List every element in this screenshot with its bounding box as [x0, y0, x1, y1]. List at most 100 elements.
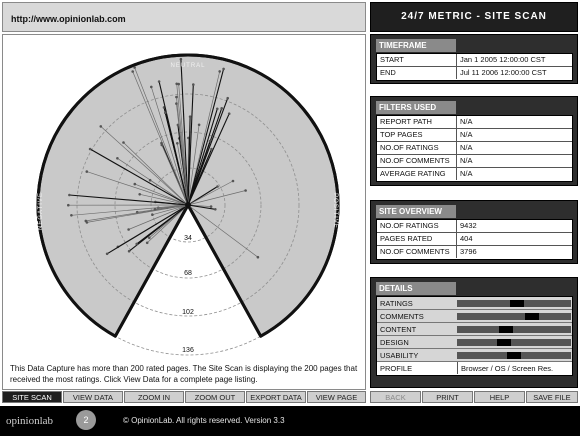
row-value: N/A	[456, 168, 572, 180]
page-dot	[116, 157, 119, 160]
version-badge: 2	[76, 410, 96, 430]
site-scan-chart[interactable]: NEUTRAL NEGATIVE POSITIVE 34 68 102 136	[3, 35, 365, 389]
design-bar[interactable]	[457, 339, 571, 346]
page-dot	[148, 236, 151, 240]
scan-center	[185, 202, 191, 208]
print-button[interactable]: PRINT	[422, 391, 473, 403]
comments-bar[interactable]	[457, 313, 571, 320]
details-table: RATINGS COMMENTS CONTENT DESIGN USABILIT…	[376, 296, 573, 376]
page-dot	[127, 228, 130, 231]
table-row: START Jan 1 2005 12:00:00 CST	[377, 54, 572, 67]
ratings-marker[interactable]	[510, 300, 525, 307]
ratings-bar[interactable]	[457, 300, 571, 307]
usability-marker[interactable]	[507, 352, 521, 359]
row-label: NO.OF COMMENTS	[380, 247, 450, 256]
page-dot	[105, 252, 109, 256]
row-label: CONTENT	[380, 325, 417, 334]
page-dot	[85, 170, 89, 173]
details-section: DETAILS RATINGS COMMENTS CONTENT DESIGN …	[370, 277, 578, 388]
panel-title: 24/7 METRIC - SITE SCAN	[370, 2, 578, 32]
url-bar: http://www.opinionlab.com	[2, 2, 366, 32]
design-marker[interactable]	[496, 339, 511, 346]
table-row: END Jul 11 2006 12:00:00 CST	[377, 67, 572, 80]
footer: opinionlab 2 © OpinionLab. All rights re…	[0, 406, 580, 436]
negative-label: NEGATIVE	[38, 192, 44, 230]
page-dot	[226, 96, 229, 100]
opinionlab-logo: opinionlab	[6, 415, 54, 427]
content-bar[interactable]	[457, 326, 571, 333]
page-dot	[218, 70, 221, 73]
page-dot	[157, 80, 161, 83]
details-header: DETAILS	[376, 282, 456, 295]
timeframe-table: START Jan 1 2005 12:00:00 CST END Jul 11 2…	[376, 53, 573, 81]
page-dot	[192, 83, 195, 86]
page-dot	[70, 214, 73, 217]
usability-bar[interactable]	[457, 352, 571, 359]
table-row: AVERAGE RATING N/A	[377, 168, 572, 181]
page-dot	[151, 213, 154, 216]
page-dot	[68, 193, 71, 197]
zoom-out-button[interactable]: ZOOM OUT	[185, 391, 245, 403]
positive-label: POSITIVE	[332, 193, 338, 229]
filters-header: FILTERS USED	[376, 101, 456, 114]
timeframe-section: TIMEFRAME START Jan 1 2005 12:00:00 CST E…	[370, 34, 578, 84]
page-dot	[244, 189, 247, 192]
comments-marker[interactable]	[525, 313, 540, 320]
page-dot	[256, 255, 260, 259]
page-dot	[222, 67, 225, 71]
filters-section: FILTERS USED REPORT PATH N/A TOP PAGES N/A…	[370, 96, 578, 186]
page-dot	[188, 115, 192, 118]
row-label: DESIGN	[380, 338, 409, 347]
table-row: NO.OF RATINGS 9432	[377, 220, 572, 233]
page-dot	[67, 203, 70, 207]
row-value: N/A	[456, 116, 572, 128]
row-label: NO.OF COMMENTS	[380, 156, 450, 165]
detail-row-comments: COMMENTS	[377, 310, 572, 323]
site-scan-button[interactable]: SITE SCAN	[2, 391, 62, 403]
export-data-button[interactable]: EXPORT DATA	[246, 391, 306, 403]
page-dot	[150, 85, 153, 89]
row-label: RATINGS	[380, 299, 413, 308]
detail-row-ratings: RATINGS	[377, 297, 572, 310]
back-button[interactable]: BACK	[370, 391, 421, 403]
row-value: 404	[456, 233, 572, 245]
row-value: 3796	[456, 246, 572, 258]
url-text: http://www.opinionlab.com	[11, 14, 126, 24]
row-value: N/A	[456, 129, 572, 141]
copyright-text: © OpinionLab. All rights reserved. Versi…	[123, 416, 285, 425]
view-data-button[interactable]: VIEW DATA	[63, 391, 123, 403]
table-row: PAGES RATED 404	[377, 233, 572, 246]
help-button[interactable]: HELP	[474, 391, 525, 403]
detail-row-usability: USABILITY	[377, 349, 572, 362]
row-label: NO.OF RATINGS	[380, 143, 439, 152]
scan-note: This Data Capture has more than 200 rate…	[10, 364, 358, 384]
table-row: REPORT PATH N/A	[377, 116, 572, 129]
row-value: N/A	[456, 155, 572, 167]
page-dot	[220, 107, 223, 110]
ring-label-136: 136	[182, 347, 194, 354]
page-dot	[175, 102, 178, 105]
filters-table: REPORT PATH N/A TOP PAGES N/A NO.OF RATING…	[376, 115, 573, 182]
page-dot	[145, 241, 149, 245]
page-dot	[160, 143, 164, 147]
content-marker[interactable]	[499, 326, 514, 333]
ring-label-68: 68	[184, 270, 192, 277]
page-dot	[127, 249, 131, 253]
zoom-in-button[interactable]: ZOOM IN	[124, 391, 184, 403]
row-label: USABILITY	[380, 351, 419, 360]
save-file-button[interactable]: SAVE FILE	[526, 391, 578, 403]
profile-select[interactable]: Browser / OS / Screen Res.	[457, 362, 572, 374]
view-page-button[interactable]: VIEW PAGE	[307, 391, 366, 403]
row-value: 9432	[456, 220, 572, 232]
page-dot	[88, 147, 92, 151]
row-value: N/A	[456, 142, 572, 154]
page-dot	[176, 142, 179, 145]
page-dot	[133, 182, 137, 186]
page-dot	[138, 193, 141, 196]
detail-row-content: CONTENT	[377, 323, 572, 336]
table-row: NO.OF COMMENTS 3796	[377, 246, 572, 259]
page-dot	[85, 221, 89, 224]
ring-label-34: 34	[184, 235, 192, 242]
row-label: NO.OF RATINGS	[380, 221, 439, 230]
page-dot	[197, 123, 201, 127]
